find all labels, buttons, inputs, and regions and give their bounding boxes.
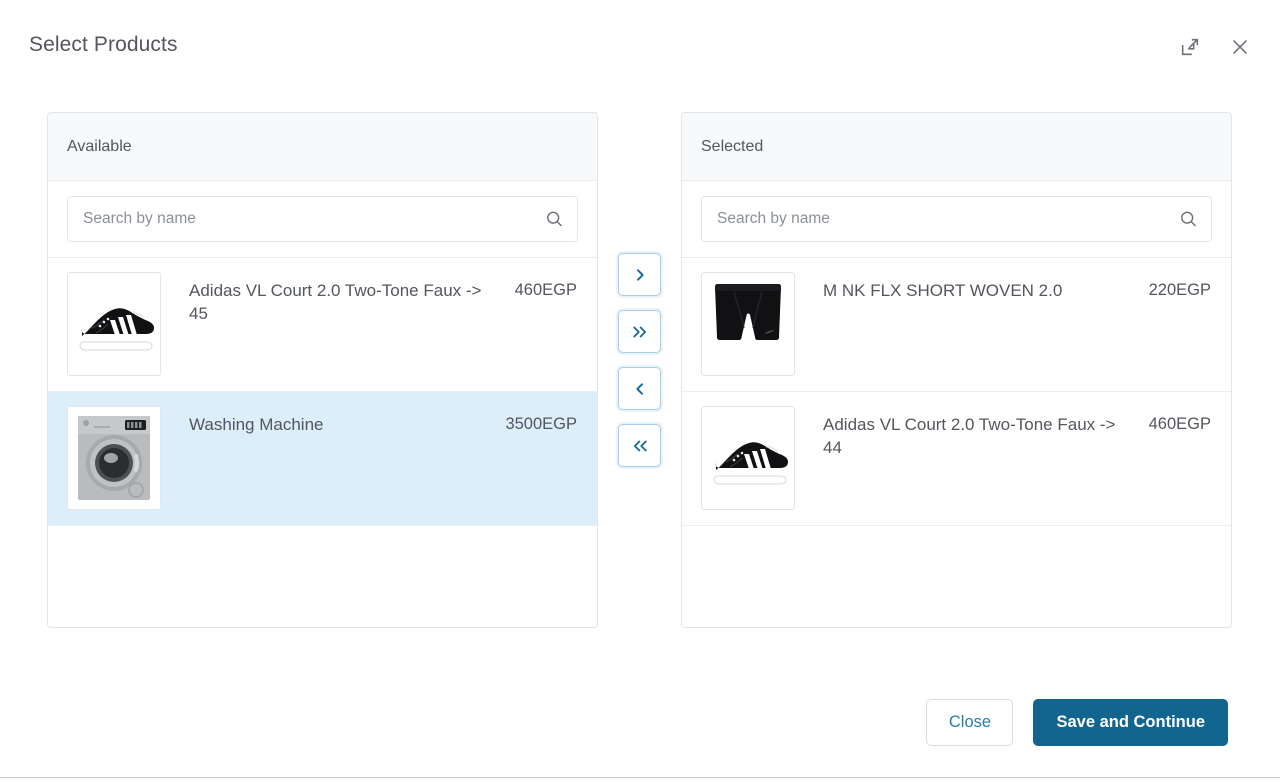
available-search-input[interactable] (67, 196, 578, 242)
selected-search-input[interactable] (701, 196, 1212, 242)
selected-product-list[interactable]: M NK FLX SHORT WOVEN 2.0 220EGP Adidas V… (682, 258, 1231, 627)
available-search-section (48, 181, 597, 258)
product-thumbnail (701, 272, 795, 376)
move-all-right-button[interactable] (618, 310, 661, 353)
selected-search-section (682, 181, 1231, 258)
page-bottom-edge (0, 777, 1280, 783)
dialog-title: Select Products (29, 33, 178, 56)
available-panel: Available Search by name Adidas VL Court… (47, 112, 598, 628)
save-and-continue-button[interactable]: Save and Continue (1033, 699, 1228, 746)
move-left-button[interactable] (618, 367, 661, 410)
expand-icon[interactable] (1176, 33, 1204, 61)
product-name: Adidas VL Court 2.0 Two-Tone Faux -> 44 (823, 415, 1116, 458)
product-price: 460EGP (1148, 415, 1211, 433)
list-item[interactable]: Washing Machine 3500EGP (48, 392, 597, 526)
chevron-left-icon (635, 382, 643, 395)
product-name: M NK FLX SHORT WOVEN 2.0 (823, 281, 1063, 300)
header-actions (1176, 33, 1254, 61)
available-search-box (67, 196, 578, 242)
close-button[interactable]: Close (926, 699, 1014, 746)
list-item[interactable]: Adidas VL Court 2.0 Two-Tone Faux -> 45 … (48, 258, 597, 392)
dialog-footer: Close Save and Continue (926, 699, 1228, 746)
list-item[interactable]: M NK FLX SHORT WOVEN 2.0 220EGP (682, 258, 1231, 392)
list-item[interactable]: Adidas VL Court 2.0 Two-Tone Faux -> 44 … (682, 392, 1231, 526)
move-right-button[interactable] (618, 253, 661, 296)
selected-panel-title: Selected (701, 137, 764, 155)
available-panel-header: Available (48, 113, 597, 181)
dialog-header: Select Products (0, 0, 1280, 96)
available-panel-title: Available (67, 137, 132, 155)
move-all-left-button[interactable] (618, 424, 661, 467)
selected-search-box (701, 196, 1212, 242)
selected-panel-header: Selected (682, 113, 1231, 181)
product-thumbnail (67, 272, 161, 376)
product-price: 220EGP (1148, 281, 1211, 299)
transfer-button-group (618, 253, 661, 467)
select-products-dialog: Select Products Available Search by name… (0, 0, 1280, 783)
available-product-list[interactable]: Adidas VL Court 2.0 Two-Tone Faux -> 45 … (48, 258, 597, 627)
silver-front-load-washing-machine-icon (70, 410, 158, 506)
close-icon[interactable] (1226, 33, 1254, 61)
product-price: 460EGP (514, 281, 577, 299)
black-sneaker-white-stripes-icon (704, 410, 792, 506)
black-athletic-shorts-icon (704, 276, 792, 372)
product-name: Washing Machine (189, 415, 324, 434)
chevron-double-left-icon (633, 440, 647, 451)
black-sneaker-white-stripes-icon (70, 276, 158, 372)
chevron-right-icon (636, 268, 644, 281)
bottom-divider (0, 777, 1280, 778)
search-icon[interactable] (1178, 209, 1199, 230)
product-price: 3500EGP (505, 415, 577, 433)
product-thumbnail (701, 406, 795, 510)
chevron-double-right-icon (632, 326, 646, 337)
product-thumbnail (67, 406, 161, 510)
product-name: Adidas VL Court 2.0 Two-Tone Faux -> 45 (189, 281, 482, 324)
search-icon[interactable] (544, 209, 565, 230)
selected-panel: Selected Search by name M NK FLX SHORT W… (681, 112, 1232, 628)
